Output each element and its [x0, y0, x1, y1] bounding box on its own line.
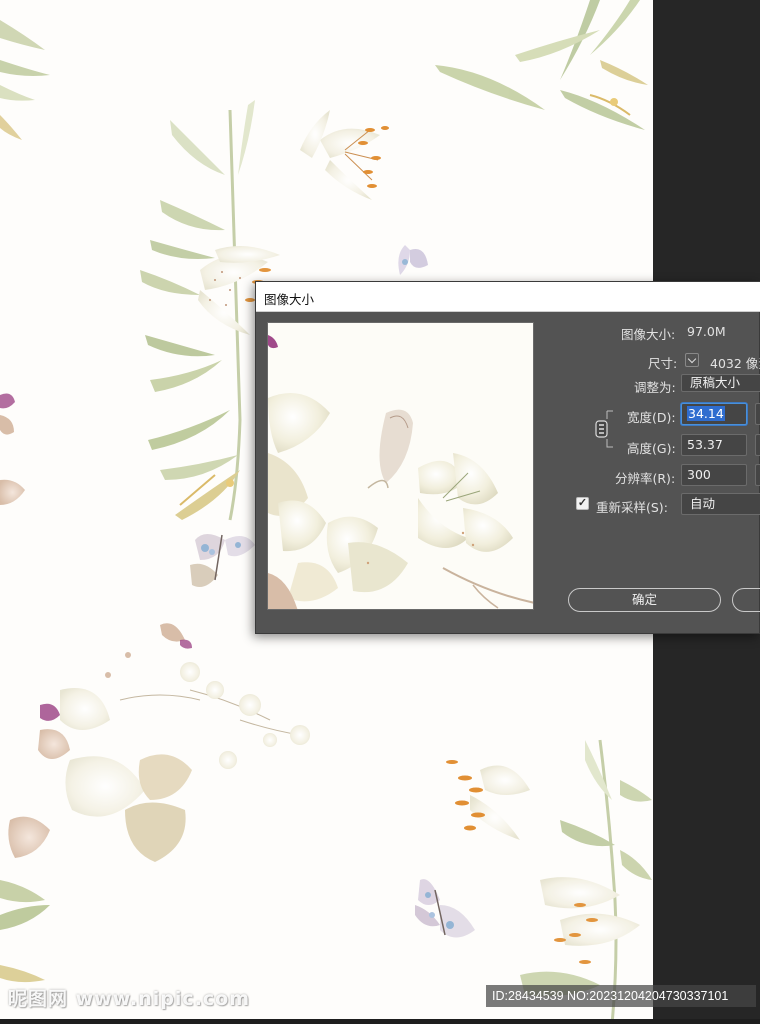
width-input[interactable]: 34.14: [681, 403, 747, 425]
height-unit-select[interactable]: [755, 434, 760, 456]
resolution-input[interactable]: 300: [681, 464, 747, 486]
image-size-label: 图像大小:: [621, 327, 676, 342]
image-size-dialog: 图像大小 图像大小: 97.0M 尺寸: 4032 像 调整为: 原稿大小 宽度…: [255, 281, 760, 634]
resample-checkbox[interactable]: ✓: [576, 497, 589, 510]
flowers-left-edge: [0, 393, 25, 505]
leaf-cluster-top-right: [435, 0, 648, 130]
lily-bottom-right: [446, 760, 530, 840]
image-id-watermark: ID:28434539 NO:20231204204730337101: [486, 985, 756, 1007]
resample-method-select[interactable]: 自动: [681, 493, 760, 515]
preview-flowers: [268, 335, 533, 609]
dialog-title: 图像大小: [264, 292, 315, 307]
leaf-cluster-top-left: [0, 20, 50, 140]
resolution-label: 分辨率(R):: [615, 471, 676, 486]
constrain-proportions-link-icon[interactable]: [593, 409, 619, 449]
dimensions-label: 尺寸:: [648, 356, 678, 371]
resample-label: 重新采样(S):: [596, 500, 668, 515]
width-unit-select[interactable]: [755, 403, 760, 425]
flower-cluster-bottom-left: [0, 623, 310, 930]
dimensions-value: 4032 像素: [710, 356, 760, 371]
bottom-edge: [0, 1019, 760, 1024]
butterfly-top: [398, 245, 428, 275]
resolution-unit-select[interactable]: [755, 464, 760, 486]
fit-to-label: 调整为:: [634, 380, 676, 395]
butterfly-bottom: [415, 879, 475, 938]
dialog-titlebar[interactable]: 图像大小: [256, 282, 760, 312]
lily-top: [300, 110, 389, 200]
chevron-down-icon[interactable]: [685, 353, 699, 367]
ok-button[interactable]: 确定: [568, 588, 721, 612]
width-label: 宽度(D):: [627, 410, 676, 425]
site-watermark: 昵图网 www.nipic.com: [8, 988, 251, 1010]
width-value: 34.14: [687, 406, 725, 421]
image-size-value: 97.0M: [687, 324, 726, 339]
butterfly-middle: [190, 534, 255, 588]
image-preview[interactable]: [267, 322, 534, 610]
cancel-button[interactable]: [732, 588, 760, 612]
fit-to-select[interactable]: 原稿大小: [681, 374, 760, 392]
height-label: 高度(G):: [627, 441, 676, 456]
height-input[interactable]: 53.37: [681, 434, 747, 456]
